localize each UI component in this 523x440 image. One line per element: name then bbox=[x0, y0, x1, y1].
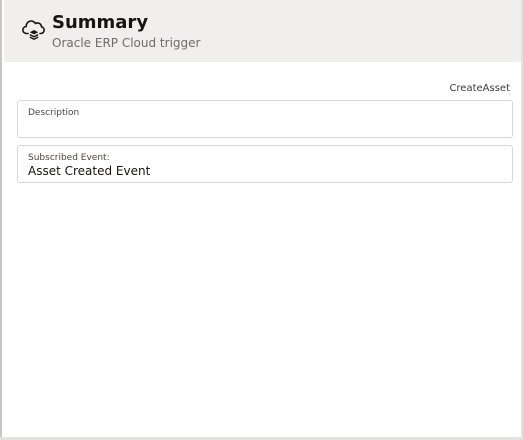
cloud-stack-icon bbox=[22, 20, 45, 40]
subscribed-event-label: Subscribed Event: bbox=[28, 153, 110, 163]
subscribed-event-field[interactable]: Subscribed Event: Asset Created Event bbox=[17, 145, 513, 183]
summary-panel: Summary Oracle ERP Cloud trigger CreateA… bbox=[0, 0, 523, 438]
subscribed-event-value: Asset Created Event bbox=[28, 164, 151, 178]
description-field[interactable]: Description bbox=[17, 100, 513, 138]
page-subtitle: Oracle ERP Cloud trigger bbox=[52, 36, 201, 50]
description-label: Description bbox=[28, 108, 80, 118]
panel-header: Summary Oracle ERP Cloud trigger bbox=[4, 0, 523, 62]
page-title: Summary bbox=[52, 12, 149, 33]
asset-code-label: CreateAsset bbox=[449, 83, 510, 94]
